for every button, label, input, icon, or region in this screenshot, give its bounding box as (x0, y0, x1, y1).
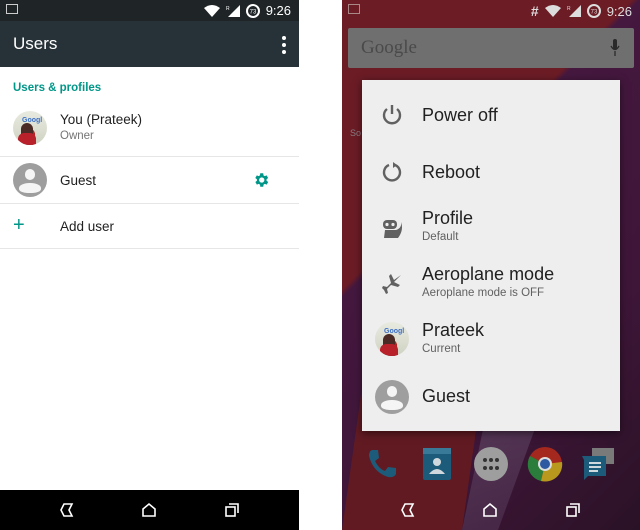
menu-item-profile[interactable]: Profile Default (362, 202, 620, 252)
contacts-icon[interactable] (419, 446, 455, 482)
signal-roaming-icon: R (567, 5, 581, 17)
recents-icon[interactable] (565, 502, 581, 518)
recents-icon[interactable] (224, 502, 240, 518)
messaging-icon[interactable] (580, 446, 616, 482)
guest-avatar (375, 380, 409, 414)
airplane-icon (382, 274, 401, 294)
app-dock (342, 446, 640, 482)
menu-item-guest[interactable]: Guest (362, 372, 620, 422)
guest-avatar (13, 163, 47, 197)
user-name: Guest (60, 173, 97, 188)
menu-item-title: Reboot (422, 162, 481, 182)
widget-text: So (350, 128, 362, 138)
search-placeholder: Google (361, 37, 417, 58)
power-menu-screen: # R 73 9:26 Google So Power off Reboot P… (342, 0, 640, 530)
menu-item-subtitle: Default (422, 231, 459, 243)
power-menu-dialog: Power off Reboot Profile Default Aeropla… (362, 80, 620, 431)
menu-item-user-prateek[interactable]: Googl Prateek Current (362, 314, 620, 364)
clock: 9:26 (606, 3, 632, 19)
user-role: Owner (60, 130, 94, 142)
reboot-icon (382, 162, 402, 182)
app-drawer-icon[interactable] (473, 446, 509, 482)
svg-text:73: 73 (249, 9, 256, 15)
user-name: You (Prateek) (60, 112, 143, 127)
back-icon[interactable] (59, 502, 75, 518)
svg-text:73: 73 (590, 10, 597, 16)
app-bar: Users (0, 21, 299, 67)
add-user-button[interactable]: Add user (0, 204, 299, 249)
svg-text:R: R (567, 6, 571, 12)
clock: 9:26 (265, 3, 291, 18)
home-icon[interactable] (141, 502, 157, 518)
power-icon (382, 105, 402, 125)
battery-icon: 73 (586, 4, 601, 18)
chrome-icon[interactable] (527, 446, 563, 482)
signal-roaming-icon: R (226, 4, 240, 17)
google-search-bar[interactable]: Google (348, 28, 634, 68)
menu-item-subtitle: Current (422, 343, 461, 355)
image-notification-icon (348, 4, 360, 14)
navigation-bar (0, 490, 299, 530)
user-photo-avatar: Googl (375, 322, 409, 356)
add-user-label: Add user (60, 219, 115, 234)
home-icon[interactable] (482, 502, 498, 518)
menu-item-title: Power off (422, 105, 498, 125)
user-photo-avatar: Googl (13, 111, 47, 145)
overflow-menu-icon[interactable] (281, 36, 287, 54)
mic-icon[interactable] (610, 39, 620, 57)
users-settings-screen: R 73 9:26 Users Users & profiles Googl Y… (0, 0, 299, 530)
hash-icon: # (530, 3, 539, 19)
menu-item-aeroplane-mode[interactable]: Aeroplane mode Aeroplane mode is OFF (362, 258, 620, 308)
gear-icon[interactable] (252, 171, 270, 189)
navigation-bar (342, 490, 640, 530)
back-icon[interactable] (400, 502, 416, 518)
menu-item-power-off[interactable]: Power off (362, 90, 620, 140)
section-header: Users & profiles (13, 82, 102, 94)
menu-item-title: Prateek (422, 320, 485, 340)
user-item-owner[interactable]: Googl You (Prateek) Owner (0, 101, 299, 157)
menu-item-subtitle: Aeroplane mode is OFF (422, 287, 545, 299)
menu-item-title: Aeroplane mode (422, 264, 555, 284)
cyanogen-mascot-icon (383, 220, 402, 238)
page-title: Users (13, 34, 58, 53)
phone-icon[interactable] (364, 446, 400, 482)
status-bar: R 73 9:26 (0, 0, 299, 21)
wifi-icon (544, 5, 561, 17)
menu-item-reboot[interactable]: Reboot (362, 148, 620, 198)
wifi-icon (203, 4, 220, 17)
plus-icon: + (13, 214, 25, 236)
status-bar: # R 73 9:26 (342, 0, 640, 21)
menu-item-title: Guest (422, 386, 471, 406)
battery-icon: 73 (245, 3, 260, 18)
svg-text:R: R (226, 6, 230, 12)
menu-item-title: Profile (422, 208, 474, 228)
image-notification-icon (6, 4, 18, 14)
